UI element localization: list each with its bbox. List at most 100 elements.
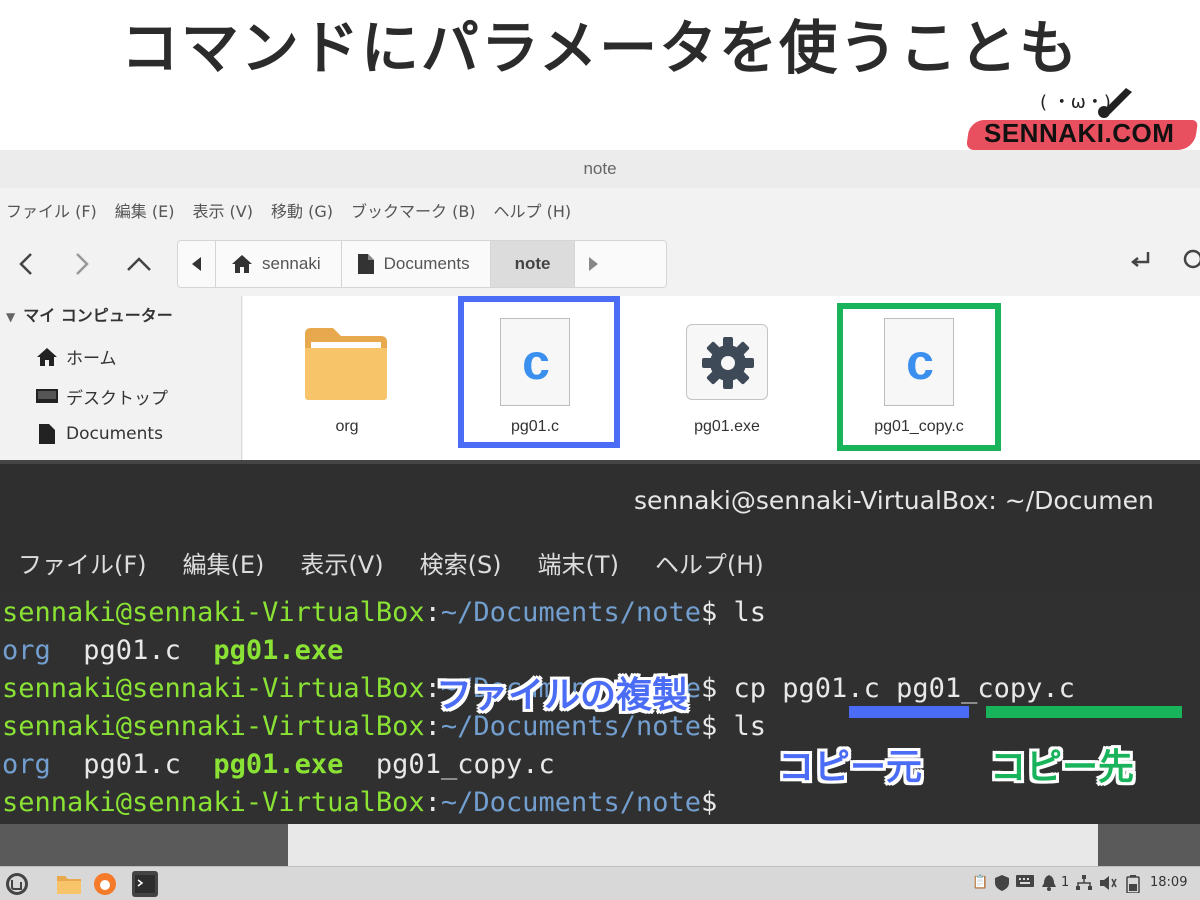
keyboard-icon[interactable] [1016,875,1034,891]
menu-go[interactable]: 移動 (G) [265,194,339,230]
volume-icon[interactable] [1100,875,1118,895]
network-icon[interactable] [1076,875,1092,895]
sidebar: ▼ マイ コンピューター ホーム デスクトップ Documents [0,296,242,480]
notifications-icon[interactable] [1042,875,1056,895]
copy-annotation: ファイルの複製 [436,675,689,716]
terminal-line: sennaki@sennaki-VirtualBox:~/Documents/n… [2,784,717,822]
terminal-line: org pg01.c pg01.exe pg01_copy.c [2,746,555,784]
forward-button[interactable] [60,238,102,290]
sidebar-item-desktop[interactable]: デスクトップ [36,384,168,409]
terminal-menu-search[interactable]: 検索(S) [402,542,520,588]
chevron-left-icon [19,253,32,275]
menu-bookmarks[interactable]: ブックマーク (B) [345,194,482,230]
terminal-menu-file[interactable]: ファイル(F) [0,542,165,588]
firefox-icon [94,873,116,895]
prompt-user: sennaki@sennaki-VirtualBox [2,711,425,742]
menu-file[interactable]: ファイル (F) [0,194,103,230]
terminal-line: org pg01.c pg01.exe [2,632,343,670]
document-icon [39,424,55,444]
brush-icon [1098,88,1132,118]
command-text: ls [717,597,767,628]
window-title: note [0,150,1200,188]
triangle-right-icon [589,257,599,271]
network-icon [1076,875,1092,890]
location-toggle-button[interactable] [1128,248,1154,278]
sidebar-item-label: デスクトップ [66,389,168,409]
battery-icon [1126,875,1140,894]
menu-edit[interactable]: 編集 (E) [109,194,181,230]
breadcrumb-label: sennaki [262,254,321,273]
shield-icon[interactable] [995,875,1009,895]
clock: 18:09 [1150,875,1188,890]
menu-view[interactable]: 表示 (V) [186,194,259,230]
breadcrumb-sennaki[interactable]: sennaki [216,241,342,287]
breadcrumb: sennaki Documents note [177,240,667,288]
sidebar-item-label: ホーム [66,349,117,369]
shield-icon [995,875,1009,891]
sidebar-header-label: マイ コンピューター [23,306,173,325]
return-icon [1130,252,1150,267]
prompt-colon: : [424,597,441,628]
source-highlight-box [458,296,620,448]
file-name: pg01.exe [694,418,760,435]
terminal-icon [135,875,155,893]
breadcrumb-note[interactable]: note [490,241,576,287]
sidebar-item-home[interactable]: ホーム [36,344,117,369]
menu-help[interactable]: ヘルプ (H) [488,194,578,230]
up-button[interactable] [118,238,160,290]
taskbar-file-manager[interactable] [56,871,82,897]
file-item-org[interactable]: org [272,316,422,446]
site-logo: ( ・ω・) SENNAKI.COM [965,82,1199,154]
document-icon [357,254,374,274]
bell-icon [1042,875,1056,891]
ls-entry-file: pg01.c [83,749,181,780]
source-underline [849,706,969,718]
terminal-line: sennaki@sennaki-VirtualBox:~/Documents/n… [2,594,766,632]
prompt-dollar: $ [701,597,718,628]
desktop-icon [36,388,58,403]
destination-underline [986,706,1182,718]
prompt-user: sennaki@sennaki-VirtualBox [2,597,425,628]
prompt-path: ~/Documents/note [440,597,701,628]
breadcrumb-scroll-left[interactable] [178,241,216,287]
terminal-menu-help[interactable]: ヘルプ(H) [637,542,782,588]
clipboard-icon[interactable]: 📋 [972,875,988,890]
start-menu-button[interactable] [4,871,30,897]
file-manager-menubar: ファイル (F) 編集 (E) 表示 (V) 移動 (G) ブックマーク (B)… [0,194,583,230]
executable-icon [686,324,768,400]
terminal-menu-edit[interactable]: 編集(E) [165,542,283,588]
breadcrumb-scroll-right[interactable] [575,241,611,287]
file-item-pg01-exe[interactable]: pg01.exe [652,316,802,446]
breadcrumb-documents[interactable]: Documents [342,241,491,287]
home-icon [232,255,252,273]
sidebar-item-documents[interactable]: Documents [36,424,163,444]
taskbar-terminal[interactable] [132,871,158,897]
ls-entry-dir: org [2,635,51,666]
taskbar-firefox[interactable] [92,871,118,897]
prompt-path: ~/Documents/note [440,787,701,818]
background-window [288,824,1098,866]
prompt-dollar: $ [701,787,718,818]
back-button[interactable] [6,238,48,290]
ls-entry-dir: org [2,749,51,780]
desktop-area [0,824,1200,866]
prompt-dollar: $ [701,673,718,704]
mint-logo-icon [6,873,28,895]
volume-icon [1100,876,1117,890]
sidebar-section-header[interactable]: ▼ マイ コンピューター [6,302,173,326]
file-view: org c pg01.c pg01.exe c pg01_copy.c [243,296,1200,480]
folder-icon [57,876,81,894]
folder-icon [305,328,387,400]
page-title: コマンドにパラメータを使うことも [120,14,1080,82]
search-button[interactable] [1182,248,1200,278]
file-manager-toolbar: sennaki Documents note [0,238,1200,290]
terminal-menu-view[interactable]: 表示(V) [282,542,401,588]
destination-highlight-box [837,303,1001,451]
terminal-menu-terminal[interactable]: 端末(T) [520,542,637,588]
terminal-menubar: ファイル(F) 編集(E) 表示(V) 検索(S) 端末(T) ヘルプ(H) [0,542,782,588]
terminal-title: sennaki@sennaki-VirtualBox: ~/Documen [634,486,1154,515]
home-icon [37,347,57,366]
battery-icon[interactable] [1126,875,1140,897]
prompt-user: sennaki@sennaki-VirtualBox [2,787,425,818]
prompt-colon: : [424,787,441,818]
